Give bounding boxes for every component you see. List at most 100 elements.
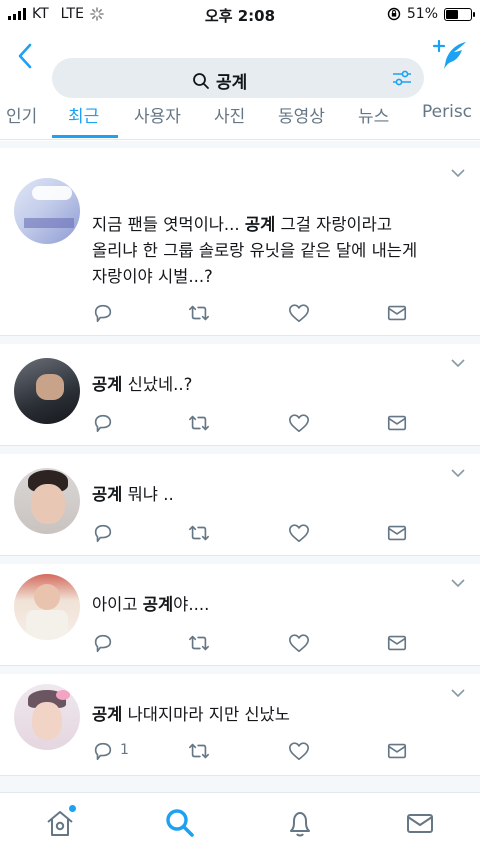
tweet-text: 지금 팬들 엿먹이나... 공계 그걸 자랑이라고 올리냐 한 그룹 솔로랑 유닛…: [92, 212, 464, 290]
envelope-icon: [387, 743, 407, 759]
tweet-actions: [92, 522, 422, 546]
tweet-actions: [92, 302, 422, 326]
home-icon[interactable]: [44, 805, 76, 839]
retweet-button[interactable]: [188, 412, 212, 436]
tweet-meta-blurred: [92, 458, 352, 468]
highlighted-keyword: 공계: [92, 485, 123, 504]
chevron-left-icon[interactable]: [14, 42, 38, 70]
heart-icon: [289, 524, 309, 543]
divider: [0, 336, 480, 344]
tweet-2[interactable]: 공계 신났네..?: [0, 344, 480, 446]
like-button[interactable]: [288, 632, 312, 656]
reply-button[interactable]: [92, 302, 116, 326]
tweet-text-line: 올리냐 한 그룹 솔로랑 유닛을 같은 달에 내는게: [92, 238, 464, 264]
notification-dot: [69, 805, 76, 812]
compose-tweet-icon[interactable]: [432, 38, 468, 72]
battery-icon: [444, 7, 475, 21]
highlighted-keyword: 공계: [142, 595, 174, 614]
avatar[interactable]: [14, 178, 80, 244]
chevron-down-icon[interactable]: [450, 358, 466, 368]
highlighted-keyword: 공계: [92, 705, 123, 724]
tab-top[interactable]: 인기: [6, 102, 37, 127]
reply-count: 1: [120, 742, 129, 758]
retweet-button[interactable]: [188, 522, 212, 546]
envelope-icon: [387, 635, 407, 651]
tab-news[interactable]: 뉴스: [358, 102, 389, 127]
search-tabs: 인기 최근 사용자 사진 동영상 뉴스 Perisc: [0, 100, 480, 140]
search-input[interactable]: 공계: [52, 58, 424, 98]
reply-icon: [94, 524, 112, 543]
retweet-icon: [189, 415, 209, 431]
reply-button[interactable]: [92, 522, 116, 546]
avatar[interactable]: [14, 684, 80, 750]
like-button[interactable]: [288, 740, 312, 764]
retweet-button[interactable]: [188, 632, 212, 656]
chevron-down-icon[interactable]: [450, 578, 466, 588]
heart-icon: [289, 634, 309, 653]
tweet-text: 아이고 공계야....: [92, 592, 464, 618]
heart-icon: [289, 742, 309, 761]
retweet-button[interactable]: [188, 740, 212, 764]
envelope-icon[interactable]: [404, 807, 436, 839]
like-button[interactable]: [288, 412, 312, 436]
divider: [0, 141, 480, 148]
envelope-icon: [387, 305, 407, 321]
like-button[interactable]: [288, 522, 312, 546]
tweet-3[interactable]: 공계 뭐냐 ..: [0, 454, 480, 556]
heart-icon: [289, 304, 309, 323]
search-query: 공계: [216, 73, 248, 93]
tab-people[interactable]: 사용자: [134, 102, 181, 127]
tab-periscope[interactable]: Perisc: [422, 102, 472, 122]
active-tab-indicator: [52, 135, 118, 138]
avatar[interactable]: [14, 574, 80, 640]
tweet-text: 공계 뭐냐 ..: [92, 482, 464, 508]
tweet-text-line: 공계 뭐냐 ..: [92, 482, 464, 508]
tweet-text: 공계 신났네..?: [92, 372, 464, 398]
chevron-down-icon[interactable]: [450, 168, 466, 178]
direct-message-button[interactable]: [386, 632, 410, 656]
bottom-navigation: [0, 792, 480, 854]
chevron-down-icon[interactable]: [450, 688, 466, 698]
retweet-button[interactable]: [188, 302, 212, 326]
search-icon[interactable]: [164, 807, 196, 839]
reply-icon: [94, 414, 112, 433]
tweet-meta-blurred: [92, 348, 352, 358]
direct-message-button[interactable]: [386, 740, 410, 764]
tweet-4[interactable]: 아이고 공계야....: [0, 564, 480, 666]
search-header: 공계: [0, 30, 480, 100]
text-segment: 뭐냐 ..: [122, 485, 174, 504]
direct-message-button[interactable]: [386, 412, 410, 436]
like-button[interactable]: [288, 302, 312, 326]
reply-button[interactable]: [92, 412, 116, 436]
tab-videos[interactable]: 동영상: [278, 102, 325, 127]
reply-button[interactable]: 1: [92, 740, 129, 764]
tweet-text-line: 공계 신났네..?: [92, 372, 464, 398]
avatar[interactable]: [14, 358, 80, 424]
divider: [0, 446, 480, 454]
tweet-1[interactable]: 지금 팬들 엿먹이나... 공계 그걸 자랑이라고 올리냐 한 그룹 솔로랑 유닛…: [0, 148, 480, 336]
status-bar: KT LTE 오후 2:08 51%: [0, 0, 480, 30]
retweet-icon: [189, 743, 209, 759]
tweet-5[interactable]: 공계 나대지마라 지만 신났노 1: [0, 674, 480, 776]
text-segment: 올리냐 한 그룹 솔로랑 유닛을 같은 달에 내는게: [92, 241, 418, 260]
direct-message-button[interactable]: [386, 522, 410, 546]
chevron-down-icon[interactable]: [450, 468, 466, 478]
battery-percent: 51%: [406, 6, 438, 22]
tweet-actions: [92, 632, 422, 656]
envelope-icon: [387, 525, 407, 541]
direct-message-button[interactable]: [386, 302, 410, 326]
tweet-actions: 1: [92, 740, 422, 764]
avatar[interactable]: [14, 468, 80, 534]
text-segment: 신났네..?: [122, 375, 193, 394]
filter-sliders-icon[interactable]: [392, 69, 412, 87]
reply-icon: [94, 304, 112, 323]
text-segment: 야....: [173, 595, 210, 614]
text-segment: 자랑이야 시벌...?: [92, 267, 213, 286]
reply-button[interactable]: [92, 632, 116, 656]
tweet-text-line: 공계 나대지마라 지만 신났노: [92, 702, 464, 728]
tab-photos[interactable]: 사진: [214, 102, 245, 127]
tab-latest[interactable]: 최근: [68, 102, 99, 127]
text-segment: 나대지마라 지만 신났노: [122, 705, 290, 724]
tweet-text: 공계 나대지마라 지만 신났노: [92, 702, 464, 728]
bell-icon[interactable]: [284, 807, 316, 839]
